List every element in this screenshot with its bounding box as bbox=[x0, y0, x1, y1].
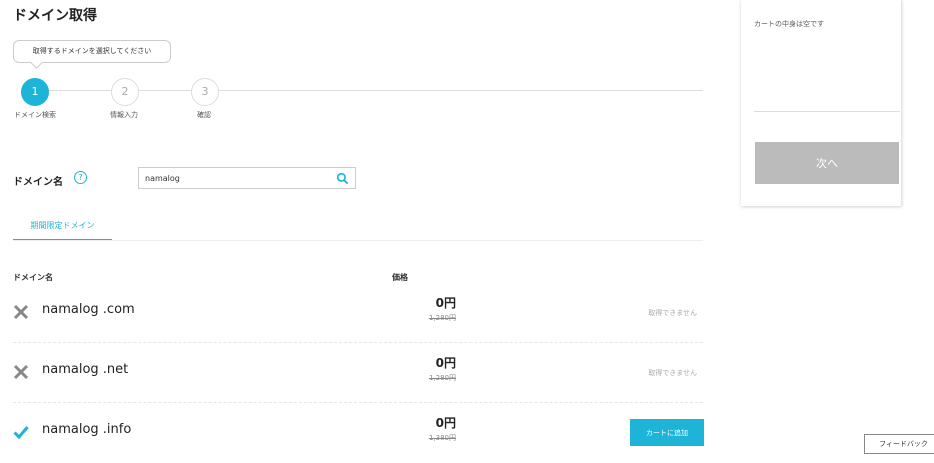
domain-name: namalog .info bbox=[42, 422, 132, 437]
tab-limited-domains[interactable]: 期間限定ドメイン bbox=[13, 214, 112, 241]
next-button[interactable]: 次へ bbox=[755, 142, 899, 184]
unavailable-x-icon bbox=[13, 304, 29, 320]
table-row: namalog .com 0円 1,280円 取得できません bbox=[13, 283, 703, 343]
domain-price: 0円 bbox=[435, 296, 456, 310]
domain-name: namalog .net bbox=[42, 362, 129, 377]
step-2-label: 情報入力 bbox=[110, 111, 138, 119]
domain-old-price: 1,280円 bbox=[428, 314, 456, 322]
step-1-circle: 1 bbox=[21, 78, 49, 106]
cart-divider bbox=[754, 111, 900, 112]
available-check-icon bbox=[13, 426, 29, 440]
domain-name-label: ドメイン名 bbox=[13, 177, 63, 188]
domain-status: 取得できません bbox=[648, 369, 697, 377]
instruction-tooltip: 取得するドメインを選択してください bbox=[13, 40, 171, 63]
step-2-circle: 2 bbox=[111, 78, 139, 106]
domain-old-price: 1,280円 bbox=[428, 374, 456, 382]
domain-price: 0円 bbox=[435, 356, 456, 370]
cart-panel: カートの中身は空です 次へ bbox=[741, 0, 902, 206]
domain-status: 取得できません bbox=[648, 309, 697, 317]
add-to-cart-button[interactable]: カートに追加 bbox=[630, 419, 704, 446]
step-3-label: 確認 bbox=[197, 111, 211, 119]
column-header-domain: ドメイン名 bbox=[13, 273, 53, 282]
search-icon[interactable] bbox=[336, 172, 349, 185]
table-row: namalog .info 0円 1,380円 カートに追加 bbox=[13, 403, 704, 463]
cart-empty-text: カートの中身は空です bbox=[754, 20, 824, 28]
help-icon[interactable]: ? bbox=[74, 171, 87, 184]
feedback-button[interactable]: フィードバック bbox=[864, 434, 934, 454]
unavailable-x-icon bbox=[13, 364, 29, 380]
domain-search-box bbox=[138, 167, 356, 189]
domain-search-input[interactable] bbox=[145, 171, 330, 185]
domain-name: namalog .com bbox=[42, 302, 135, 317]
domain-old-price: 1,380円 bbox=[428, 434, 456, 442]
column-header-price: 価格 bbox=[392, 273, 408, 282]
step-1-label: ドメイン検索 bbox=[14, 111, 56, 119]
tab-divider bbox=[13, 240, 703, 241]
table-row: namalog .net 0円 1,280円 取得できません bbox=[13, 343, 703, 403]
page-title: ドメイン取得 bbox=[13, 8, 97, 24]
domain-price: 0円 bbox=[435, 416, 456, 430]
step-3-circle: 3 bbox=[191, 78, 219, 106]
